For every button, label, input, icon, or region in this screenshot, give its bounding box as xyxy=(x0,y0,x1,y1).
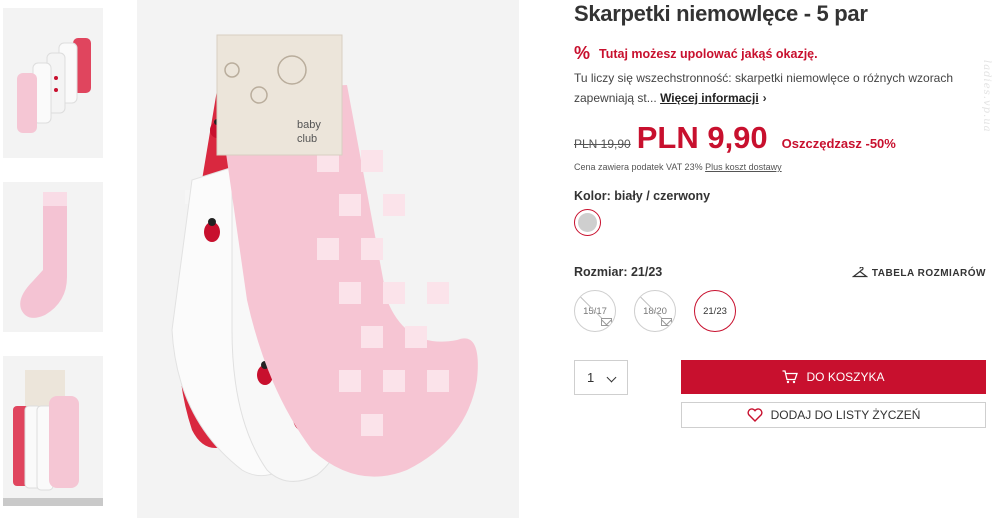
vat-text: Cena zawiera podatek VAT 23% xyxy=(574,162,703,172)
thumbnail-active-indicator xyxy=(3,498,103,506)
thumbnail-2[interactable] xyxy=(3,182,103,332)
color-swatch-fill xyxy=(578,213,597,232)
heart-icon xyxy=(747,408,763,422)
size-option-21-23[interactable]: 21/23 xyxy=(694,290,736,332)
thumbnail-3-image xyxy=(3,356,103,506)
color-swatch-white-red[interactable] xyxy=(574,209,601,236)
more-info-link[interactable]: Więcej informacji xyxy=(660,91,759,105)
chevron-right-icon: › xyxy=(762,91,767,105)
product-description: Tu liczy się wszechstronność: skarpetki … xyxy=(574,68,974,108)
mail-icon xyxy=(601,318,612,326)
size-chart-label: TABELA ROZMIARÓW xyxy=(871,267,986,279)
size-option-label: 18/20 xyxy=(643,305,667,317)
socks-illustration: baby club xyxy=(137,0,519,518)
quantity-value: 1 xyxy=(587,370,595,385)
main-product-image[interactable]: baby club xyxy=(137,0,519,518)
add-to-cart-button[interactable]: DO KOSZYKA xyxy=(681,360,986,394)
add-to-wishlist-button[interactable]: DODAJ DO LISTY ŻYCZEŃ xyxy=(681,402,986,428)
chevron-down-icon xyxy=(606,372,617,383)
deal-banner: % Tutaj możesz upolować jakąś okazję. xyxy=(574,43,818,64)
brand-label-line1: baby xyxy=(297,119,321,131)
size-option-18-20[interactable]: 18/20 xyxy=(634,290,676,332)
size-option-15-17[interactable]: 15/17 xyxy=(574,290,616,332)
old-price: PLN 19,90 xyxy=(574,137,631,151)
brand-label-line2: club xyxy=(297,133,317,145)
shipping-cost-link[interactable]: Plus koszt dostawy xyxy=(705,162,782,172)
size-option-label: 15/17 xyxy=(583,305,607,317)
savings-text: Oszczędzasz -50% xyxy=(781,136,896,151)
product-title: Skarpetki niemowlęce - 5 par xyxy=(574,1,868,26)
percent-icon: % xyxy=(574,43,591,63)
price-row: PLN 19,90 PLN 9,90 Oszczędzasz -50% xyxy=(574,120,896,156)
thumbnail-3-selected[interactable] xyxy=(3,356,103,506)
color-label: Kolor: biały / czerwony xyxy=(574,189,711,203)
watermark: ladies.vp.ua xyxy=(981,60,992,133)
wishlist-label: DODAJ DO LISTY ŻYCZEŃ xyxy=(770,408,921,422)
hanger-icon xyxy=(851,267,868,278)
quantity-select[interactable]: 1 xyxy=(574,360,628,395)
mail-icon xyxy=(661,318,672,326)
size-option-label: 21/23 xyxy=(703,305,727,317)
add-to-cart-label: DO KOSZYKA xyxy=(806,370,885,384)
thumbnail-2-image xyxy=(3,182,103,332)
current-price: PLN 9,90 xyxy=(636,120,768,155)
size-chart-link[interactable]: TABELA ROZMIARÓW xyxy=(851,267,986,279)
size-label: Rozmiar: 21/23 xyxy=(574,265,663,279)
thumbnail-1[interactable] xyxy=(3,8,103,158)
cart-icon xyxy=(782,370,799,384)
thumbnail-1-image xyxy=(3,8,103,158)
deal-text: Tutaj możesz upolować jakąś okazję. xyxy=(599,46,818,61)
vat-info: Cena zawiera podatek VAT 23% Plus koszt … xyxy=(574,162,782,172)
